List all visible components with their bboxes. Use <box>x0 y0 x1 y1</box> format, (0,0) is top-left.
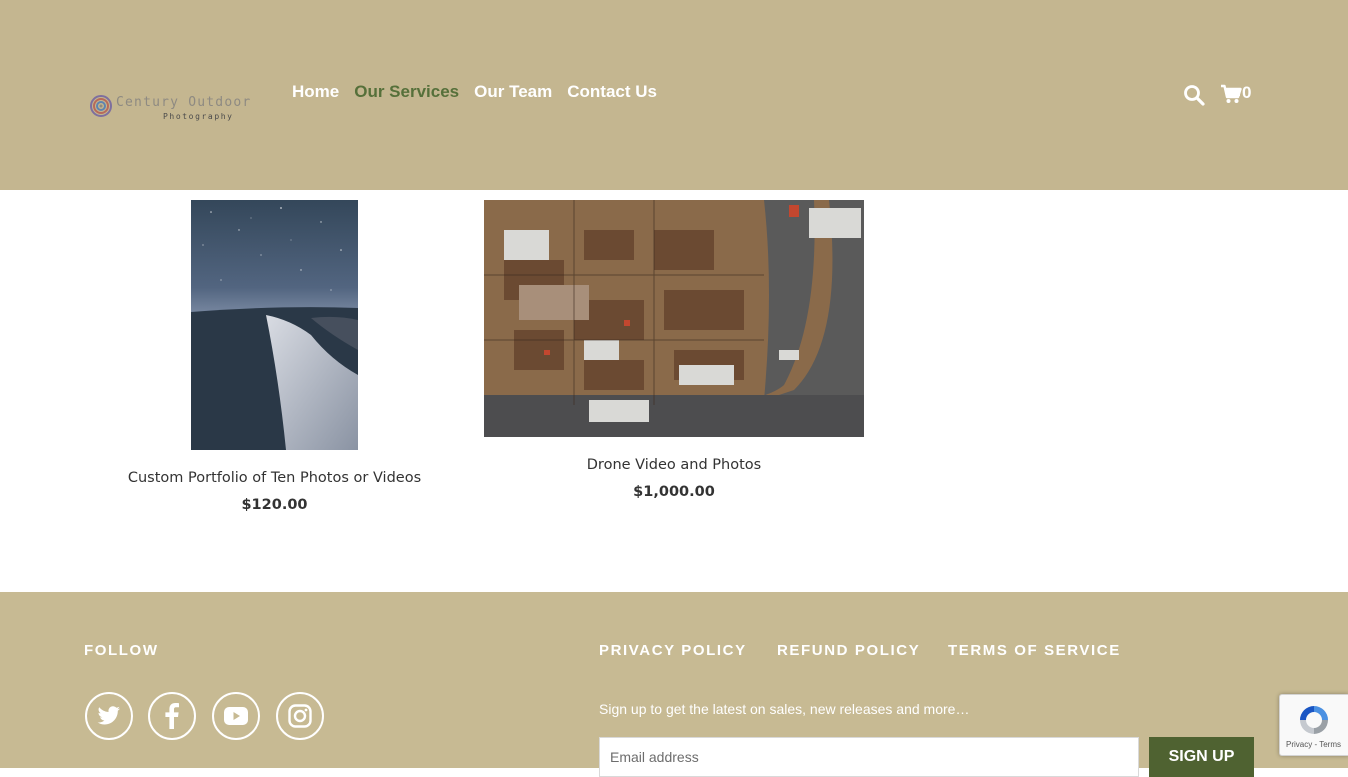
sign-up-button[interactable]: SIGN UP <box>1149 737 1254 777</box>
youtube-icon <box>224 707 248 725</box>
cart-count[interactable]: 0 <box>1242 83 1251 103</box>
recaptcha-terms-link[interactable]: Terms <box>1319 740 1341 749</box>
twitter-icon <box>97 706 120 725</box>
logo-name: Century Outdoor <box>116 95 252 110</box>
recaptcha-badge[interactable]: Privacy - Terms <box>1279 694 1348 756</box>
nav-link-contact-us[interactable]: Contact Us <box>567 82 657 102</box>
recaptcha-separator: - <box>1314 740 1318 749</box>
instagram-icon <box>288 704 312 728</box>
site-footer: FOLLOW PRIVACY POLICY REFUND POLICY TERM… <box>0 592 1348 777</box>
privacy-policy-link[interactable]: PRIVACY POLICY <box>599 642 747 659</box>
product-card[interactable]: Custom Portfolio of Ten Photos or Videos… <box>114 200 435 520</box>
email-input[interactable] <box>599 737 1139 777</box>
follow-heading: FOLLOW <box>84 642 159 659</box>
facebook-link[interactable] <box>148 692 196 740</box>
search-icon[interactable] <box>1183 84 1205 106</box>
nav-link-our-services[interactable]: Our Services <box>354 82 459 102</box>
product-price: $1,000.00 <box>633 484 715 500</box>
logo-mark-icon <box>90 95 112 117</box>
main-nav: Home Our Services Our Team Contact Us <box>292 82 657 102</box>
refund-policy-link[interactable]: REFUND POLICY <box>777 642 920 659</box>
youtube-link[interactable] <box>212 692 260 740</box>
product-image[interactable] <box>484 200 864 437</box>
logo-tagline: Photography <box>163 112 234 121</box>
site-header: Century Outdoor Photography Home Our Ser… <box>0 0 1348 190</box>
cart-icon[interactable] <box>1220 84 1242 104</box>
twitter-link[interactable] <box>85 692 133 740</box>
recaptcha-privacy-link[interactable]: Privacy <box>1286 740 1312 749</box>
product-title[interactable]: Custom Portfolio of Ten Photos or Videos <box>114 470 435 486</box>
newsletter-text: Sign up to get the latest on sales, new … <box>599 701 970 717</box>
recaptcha-icon <box>1300 706 1328 734</box>
nav-link-our-team[interactable]: Our Team <box>474 82 552 102</box>
product-image[interactable] <box>191 200 358 450</box>
recaptcha-links: Privacy - Terms <box>1286 740 1341 749</box>
product-price: $120.00 <box>241 497 308 513</box>
site-logo[interactable]: Century Outdoor Photography <box>90 92 265 128</box>
facebook-icon <box>165 703 179 729</box>
nav-link-home[interactable]: Home <box>292 82 339 102</box>
product-title[interactable]: Drone Video and Photos <box>484 457 864 473</box>
terms-of-service-link[interactable]: TERMS OF SERVICE <box>948 642 1121 659</box>
instagram-link[interactable] <box>276 692 324 740</box>
product-card[interactable]: Drone Video and Photos $1,000.00 <box>484 200 864 510</box>
